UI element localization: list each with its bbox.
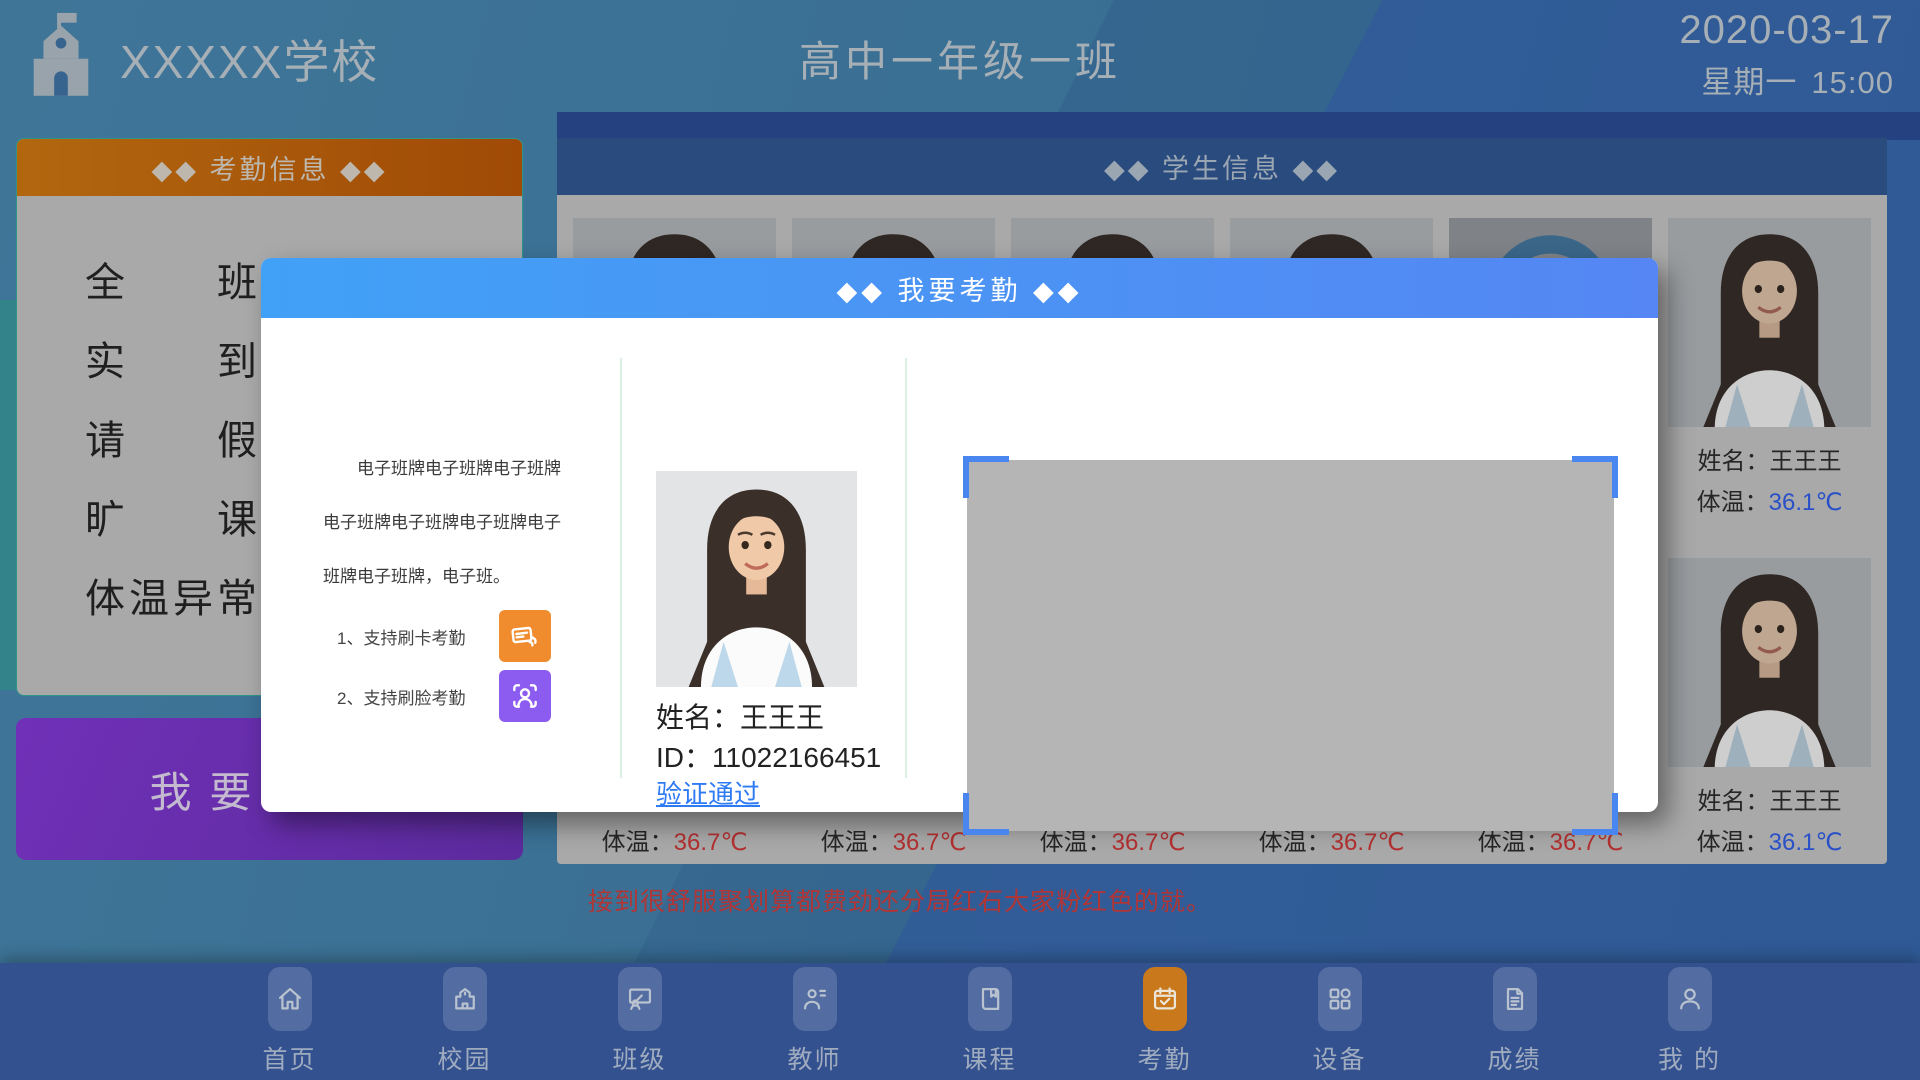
nav-items: 首页 校园 班级 教师 课程 考勤 设备 成绩 我 的 [202, 963, 1777, 1076]
nav-item-home[interactable]: 首页 [202, 963, 377, 1076]
modal-feature-item: 2、支持刷脸考勤 [337, 666, 551, 726]
camera-corner-bracket [963, 456, 1009, 498]
nav-label: 教师 [787, 1040, 841, 1076]
campus-icon [443, 967, 487, 1031]
device-icon [1318, 967, 1362, 1031]
date: 2020-03-17 [1679, 8, 1894, 53]
modal-feature-text: 2、支持刷脸考勤 [337, 684, 479, 709]
nav-item-class[interactable]: 班级 [552, 963, 727, 1076]
school-name: XXXXX学校 [120, 26, 379, 92]
attendance-panel-title: ◆◆ 考勤信息 ◆◆ [17, 139, 522, 196]
modal-feature-item: 1、支持刷卡考勤 [337, 606, 551, 666]
verified-student-photo [656, 471, 857, 687]
profile-icon [1668, 967, 1712, 1031]
score-icon [1493, 967, 1537, 1031]
nav-label: 我 的 [1658, 1040, 1721, 1076]
nav-item-attendance[interactable]: 考勤 [1077, 963, 1252, 1076]
attendance-row: 体温异常 [85, 555, 257, 634]
student-photo [1668, 558, 1871, 767]
course-icon [968, 967, 1012, 1031]
bottom-nav: 首页 校园 班级 教师 课程 考勤 设备 成绩 我 的 [0, 963, 1920, 1080]
home-icon [268, 967, 312, 1031]
nav-item-score[interactable]: 成绩 [1427, 963, 1602, 1076]
modal-feature-text: 1、支持刷卡考勤 [337, 624, 479, 649]
nav-label: 成绩 [1487, 1040, 1541, 1076]
nav-label: 班级 [612, 1040, 666, 1076]
student-name: 姓名：王王王 [1668, 781, 1871, 816]
class-icon [618, 967, 662, 1031]
nav-item-campus[interactable]: 校园 [377, 963, 552, 1076]
divider [905, 358, 907, 778]
verify-status-link[interactable]: 验证通过 [656, 774, 760, 811]
teacher-icon [793, 967, 837, 1031]
student-temperature: 体温：36.1℃ [1668, 822, 1871, 857]
student-photo [1668, 218, 1871, 427]
nav-item-teacher[interactable]: 教师 [727, 963, 902, 1076]
modal-description-line: 电子班牌电子班牌电子班牌电子 [323, 496, 575, 550]
header-underband [557, 112, 1920, 140]
notice-marquee: 接到很舒服聚划算都费劲还分局红石大家粉红色的就。 [588, 882, 1212, 918]
nav-item-device[interactable]: 设备 [1252, 963, 1427, 1076]
camera-corner-bracket [1572, 793, 1618, 835]
datetime: 2020-03-17 星期一 15:00 [1679, 8, 1894, 102]
attendance-rows: 全班实到请假旷课体温异常 [85, 239, 257, 634]
student-name: 姓名：王王王 [1668, 441, 1871, 476]
modal-features: 1、支持刷卡考勤 2、支持刷脸考勤 [337, 606, 551, 726]
school-logo-icon [22, 10, 100, 98]
attendance-icon [1143, 967, 1187, 1031]
nav-label: 考勤 [1137, 1040, 1191, 1076]
attendance-row: 全班 [85, 239, 257, 318]
e-classboard-screen: XXXXX学校 高中一年级一班 2020-03-17 星期一 15:00 ◆◆ 考… [0, 0, 1920, 1080]
attendance-modal-title: ◆◆ 我要考勤 ◆◆ [261, 258, 1658, 318]
nav-label: 校园 [437, 1040, 491, 1076]
nav-label: 设备 [1312, 1040, 1366, 1076]
attendance-modal: ◆◆ 我要考勤 ◆◆ 电子班牌电子班牌电子班牌电子班牌电子班牌电子班牌电子班牌电… [261, 258, 1658, 812]
header: XXXXX学校 高中一年级一班 2020-03-17 星期一 15:00 [0, 0, 1920, 112]
face-scan-icon [499, 670, 551, 722]
modal-description-line: 班牌电子班牌，电子班。 [323, 550, 575, 604]
verified-student-name: 姓名：王王王 [656, 696, 824, 736]
student-card: 姓名：王王王 体温：36.1℃ [1668, 558, 1871, 857]
camera-corner-bracket [963, 793, 1009, 835]
student-panel-title: ◆◆ 学生信息 ◆◆ [557, 138, 1887, 195]
attendance-modal-body: 电子班牌电子班牌电子班牌电子班牌电子班牌电子班牌电子班牌电子班牌，电子班。 1、… [261, 318, 1658, 812]
modal-description-line: 电子班牌电子班牌电子班牌 [323, 442, 575, 496]
nav-label: 课程 [962, 1040, 1016, 1076]
camera-preview [967, 460, 1614, 831]
verified-student-id: ID：11022166451 [656, 736, 881, 776]
class-title: 高中一年级一班 [799, 28, 1121, 89]
student-temperature: 体温：36.7℃ [573, 822, 776, 857]
nav-item-profile[interactable]: 我 的 [1602, 963, 1777, 1076]
attendance-row: 旷课 [85, 476, 257, 555]
student-card: 姓名：王王王 体温：36.1℃ [1668, 218, 1871, 517]
attendance-row: 请假 [85, 397, 257, 476]
modal-description: 电子班牌电子班牌电子班牌电子班牌电子班牌电子班牌电子班牌电子班牌，电子班。 [323, 442, 575, 604]
background-shape [0, 300, 16, 690]
camera-corner-bracket [1572, 456, 1618, 498]
nav-item-course[interactable]: 课程 [902, 963, 1077, 1076]
student-temperature: 体温：36.1℃ [1668, 482, 1871, 517]
time: 15:00 [1811, 65, 1894, 100]
card-swipe-icon [499, 610, 551, 662]
nav-label: 首页 [262, 1040, 316, 1076]
weekday: 星期一 [1701, 65, 1797, 100]
attendance-row: 实到 [85, 318, 257, 397]
divider [620, 358, 622, 778]
weekday-time: 星期一 15:00 [1679, 57, 1894, 102]
